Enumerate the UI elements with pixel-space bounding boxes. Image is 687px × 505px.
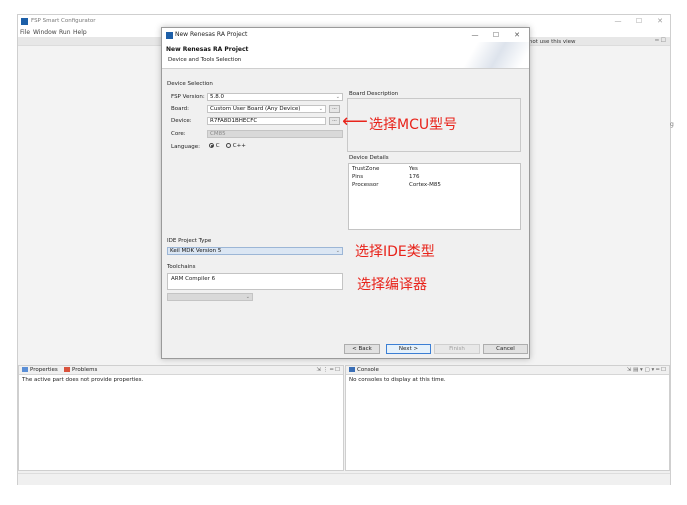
properties-pane: Properties Problems ⇲ ⋮ ━ ☐ The active p…	[18, 365, 344, 471]
device-browse-button[interactable]: ...	[329, 117, 340, 125]
chevron-down-icon: ⌄	[318, 106, 323, 112]
ide-project-type-select[interactable]: Keil MDK Version 5 ⌄	[167, 247, 343, 255]
detail-key: Processor	[352, 182, 379, 188]
dialog-minimize-button[interactable]: —	[468, 30, 482, 40]
console-pane-tools[interactable]: ⇲ ▤ ▾ ▢ ▾ ━ ☐	[627, 367, 666, 373]
close-button[interactable]: ✕	[653, 17, 667, 26]
toolchain-version-select: ⌄	[167, 293, 253, 301]
back-button[interactable]: < Back	[344, 344, 380, 354]
finish-button: Finish	[434, 344, 480, 354]
app-title: FSP Smart Configurator	[31, 18, 96, 24]
annotation-compiler: 选择编译器	[357, 277, 427, 293]
console-icon	[349, 367, 355, 372]
dialog-titlebar: New Renesas RA Project — ☐ ✕	[162, 28, 529, 42]
board-select[interactable]: Custom User Board (Any Device) ⌄	[207, 105, 326, 113]
toolchains-label: Toolchains	[167, 264, 196, 270]
dialog-title: New Renesas RA Project	[175, 31, 248, 38]
board-label: Board:	[171, 106, 190, 112]
tab-console-label: Console	[357, 367, 379, 373]
status-bar	[18, 473, 670, 485]
language-option-cpp: C++	[232, 143, 246, 149]
maximize-button[interactable]: ☐	[632, 17, 646, 26]
cancel-button[interactable]: Cancel	[483, 344, 528, 354]
detail-value: Yes	[409, 166, 418, 172]
dialog-subheading: Device and Tools Selection	[168, 57, 242, 63]
detail-value: 176	[409, 174, 420, 180]
device-label: Device:	[171, 118, 192, 124]
properties-pane-tools[interactable]: ⇲ ⋮ ━ ☐	[316, 367, 340, 373]
detail-key: TrustZone	[352, 166, 380, 172]
dialog-maximize-button[interactable]: ☐	[489, 30, 503, 40]
language-radio-c[interactable]: C	[209, 143, 220, 149]
core-field: CM85	[207, 130, 343, 138]
board-value: Custom User Board (Any Device)	[210, 106, 301, 112]
edge-glyph: g	[670, 121, 674, 128]
tab-console[interactable]: Console	[349, 367, 379, 373]
device-value: R7FA8D1BHECFC	[210, 118, 258, 124]
fsp-version-label: FSP Version:	[171, 94, 205, 100]
radio-unselected-icon	[226, 143, 231, 148]
problems-icon	[64, 367, 70, 372]
dialog-close-button[interactable]: ✕	[510, 30, 524, 40]
device-details-table: TrustZone Yes Pins 176 Processor Cortex-…	[348, 163, 521, 230]
tab-properties[interactable]: Properties	[22, 367, 58, 373]
ide-project-type-label: IDE Project Type	[167, 238, 212, 244]
board-description-label: Board Description	[349, 91, 399, 97]
detail-key: Pins	[352, 174, 364, 180]
header-decoration	[449, 42, 529, 68]
language-label: Language:	[171, 144, 200, 150]
menu-file[interactable]: File	[20, 29, 30, 36]
properties-icon	[22, 367, 28, 372]
toolchains-list[interactable]: ARM Compiler 6	[167, 273, 343, 290]
device-selection-label: Device Selection	[167, 81, 213, 87]
board-browse-button[interactable]: ...	[329, 105, 340, 113]
device-details-label: Device Details	[349, 155, 389, 161]
chevron-down-icon: ⌄	[335, 248, 340, 254]
app-logo-icon	[21, 18, 28, 25]
console-pane-tabs: Console ⇲ ▤ ▾ ▢ ▾ ━ ☐	[346, 366, 669, 375]
new-project-dialog: New Renesas RA Project — ☐ ✕ New Renesas…	[161, 27, 530, 359]
detail-value: Cortex-M85	[409, 182, 441, 188]
menu-help[interactable]: Help	[73, 29, 87, 36]
toolchain-item[interactable]: ARM Compiler 6	[171, 276, 215, 282]
menu-run[interactable]: Run	[59, 29, 71, 36]
annotation-arrow: ⟵	[342, 111, 368, 132]
properties-pane-tabs: Properties Problems ⇲ ⋮ ━ ☐	[19, 366, 343, 375]
ide-project-type-value: Keil MDK Version 5	[170, 248, 222, 254]
fsp-version-select[interactable]: 5.8.0 ⌄	[207, 93, 343, 101]
tab-properties-label: Properties	[30, 367, 58, 373]
console-message: No consoles to display at this time.	[349, 377, 446, 383]
next-button[interactable]: Next >	[386, 344, 431, 354]
chevron-down-icon: ⌄	[335, 94, 340, 100]
core-value: CM85	[210, 131, 226, 137]
annotation-mcu: 选择MCU型号	[369, 117, 458, 133]
annotation-ide: 选择IDE类型	[355, 244, 435, 260]
chevron-down-icon: ⌄	[245, 294, 250, 300]
language-radio-cpp[interactable]: C++	[226, 143, 246, 149]
tab-problems[interactable]: Problems	[64, 367, 97, 373]
fsp-version-value: 5.8.0	[210, 94, 224, 100]
menu-window[interactable]: Window	[33, 29, 57, 36]
device-field[interactable]: R7FA8D1BHECFC	[207, 117, 326, 125]
radio-selected-icon	[209, 143, 214, 148]
language-option-c: C	[215, 143, 220, 149]
editor-minmax-controls[interactable]: ━ ☐	[655, 37, 666, 44]
minimize-button[interactable]: —	[611, 17, 625, 26]
properties-message: The active part does not provide propert…	[22, 377, 144, 383]
dialog-heading: New Renesas RA Project	[166, 46, 249, 53]
dialog-logo-icon	[166, 32, 173, 39]
core-label: Core:	[171, 131, 186, 137]
dialog-header: New Renesas RA Project Device and Tools …	[162, 42, 529, 69]
console-pane: Console ⇲ ▤ ▾ ▢ ▾ ━ ☐ No consoles to dis…	[345, 365, 670, 471]
tab-problems-label: Problems	[72, 367, 98, 373]
